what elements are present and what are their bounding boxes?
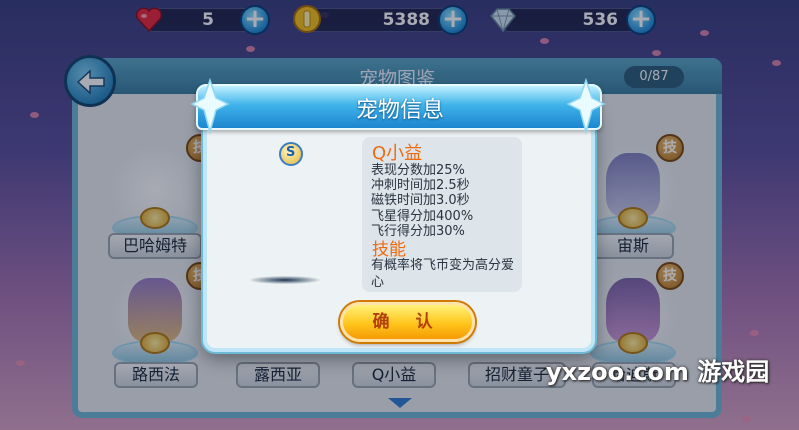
dialog-title: 宠物信息 <box>355 98 444 123</box>
ice-crystal-decoration-icon <box>566 78 606 134</box>
pet-rank-badge-icon: S <box>279 142 303 166</box>
confirm-button[interactable]: 确 认 <box>340 302 475 342</box>
ice-crystal-decoration-icon <box>190 78 230 134</box>
skill-description: 有概率将飞币变为高分爱心 <box>371 258 515 290</box>
watermark-text: yxzoo.com 游戏园 <box>546 358 770 386</box>
pet-preview-shadow <box>250 276 320 284</box>
